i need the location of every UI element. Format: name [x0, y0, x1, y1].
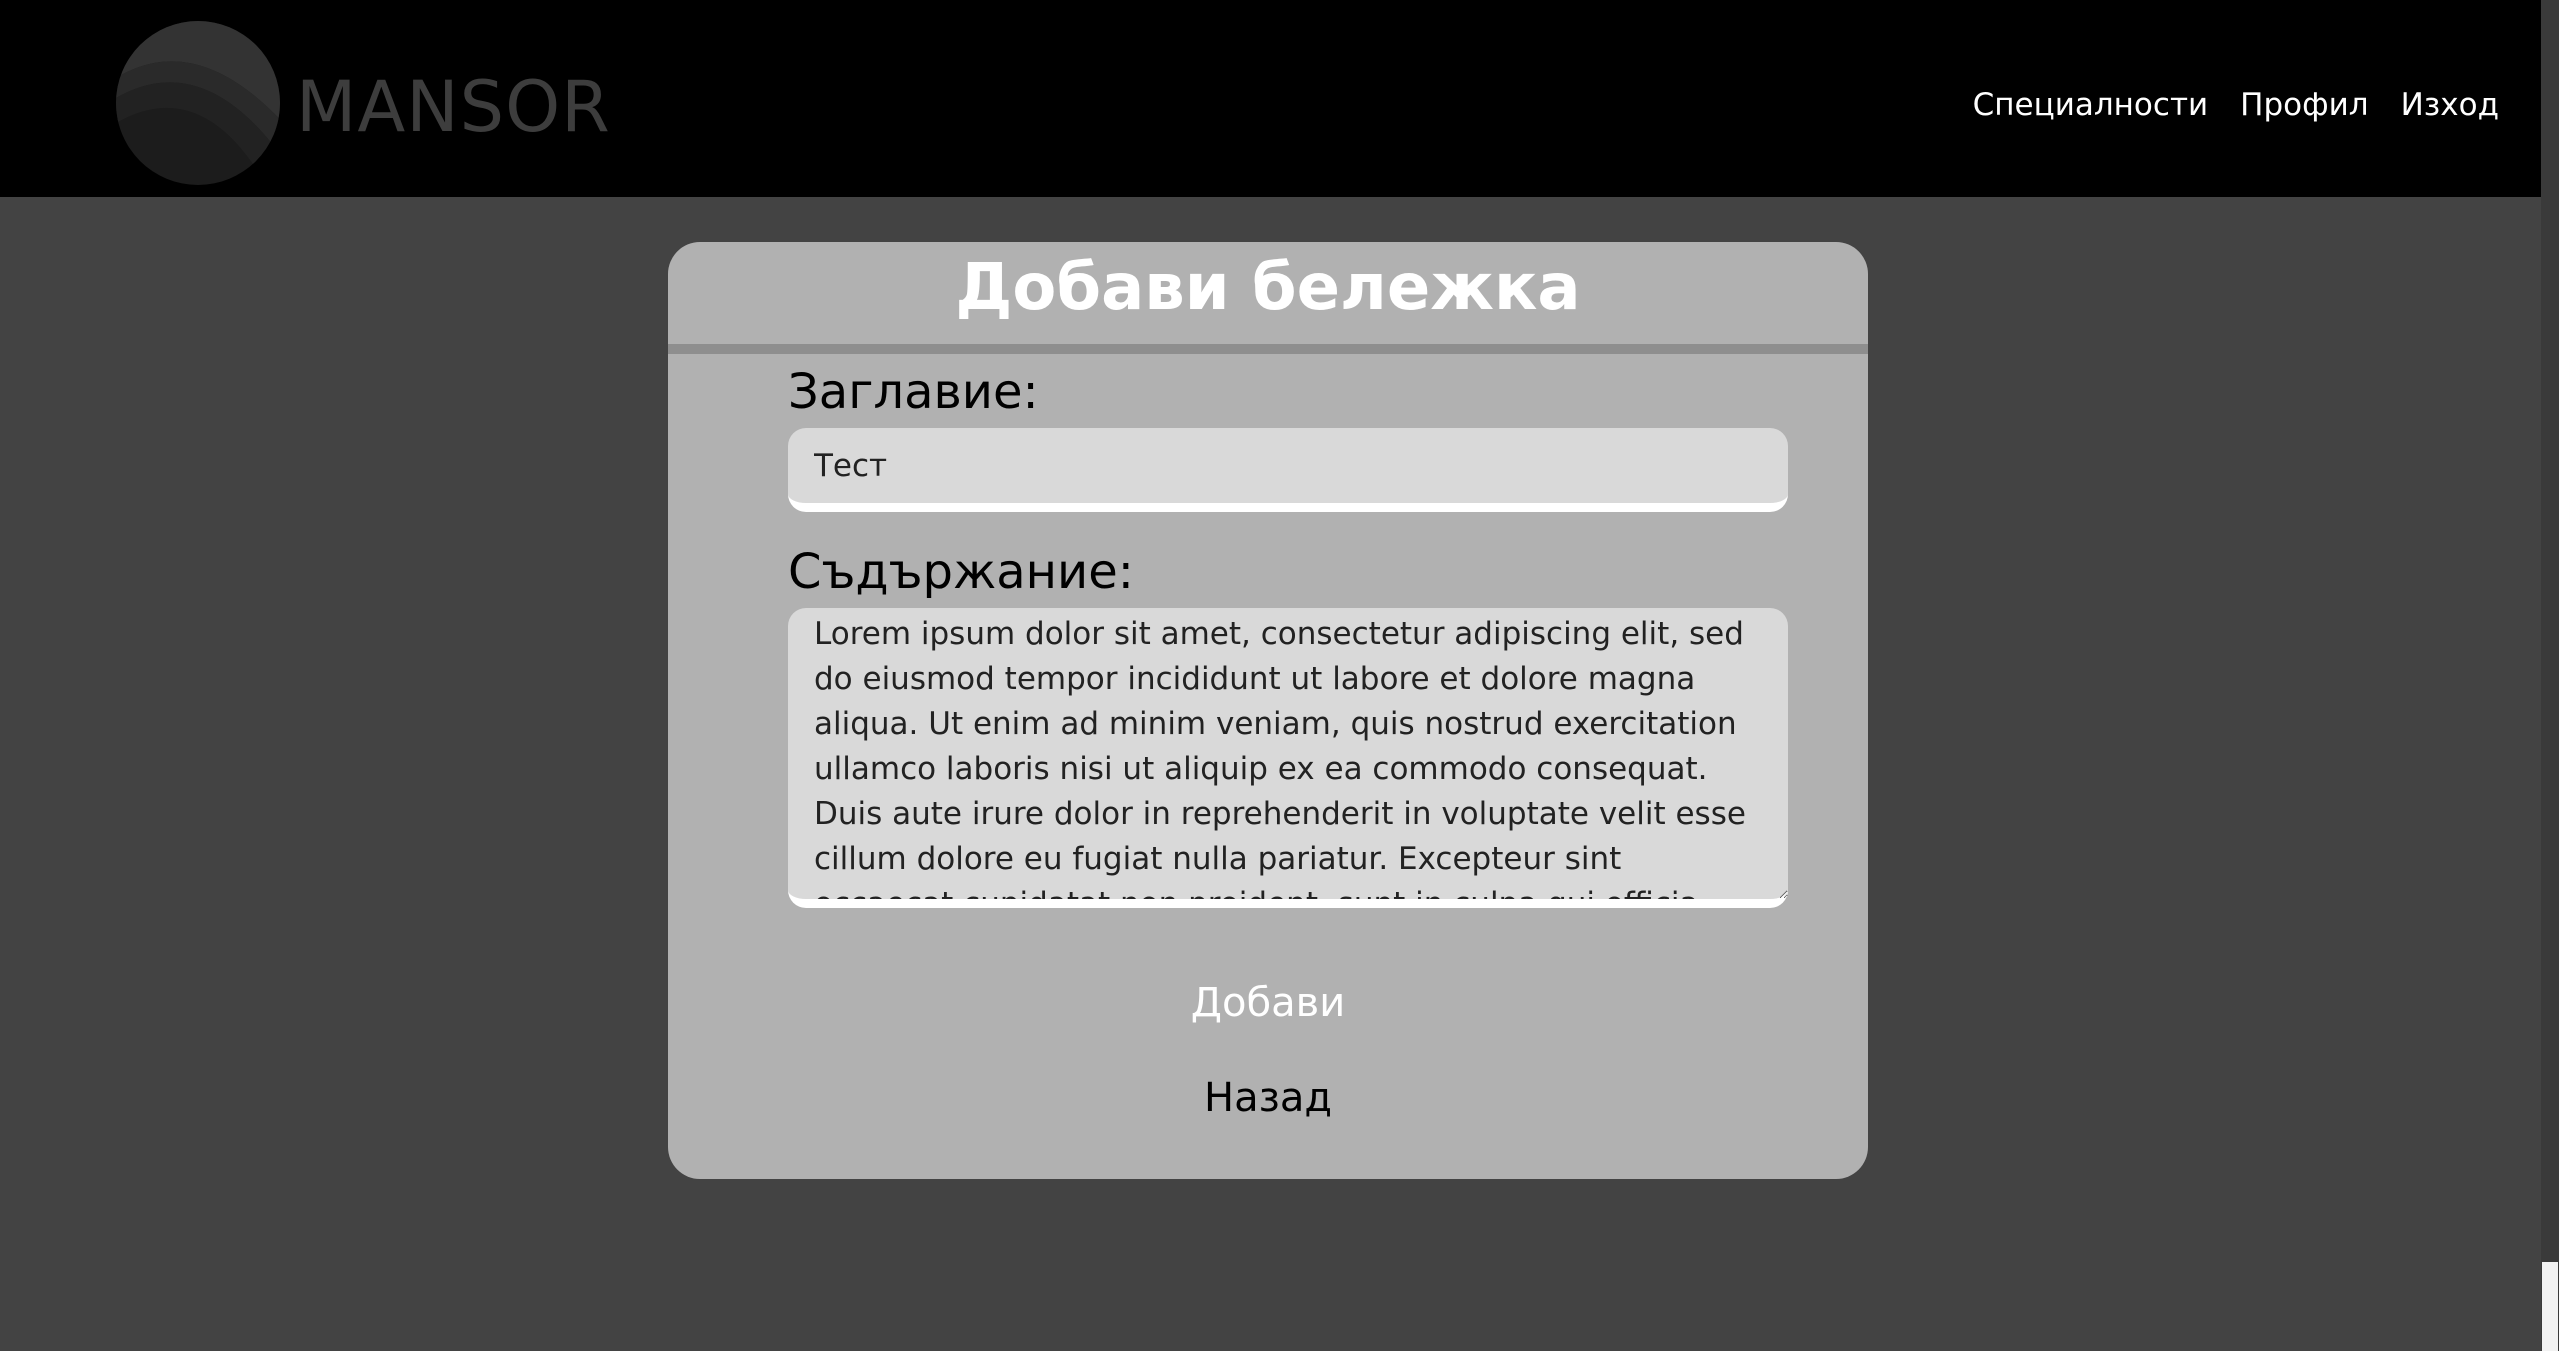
nav-item-profile[interactable]: Профил [2240, 80, 2368, 130]
content-textarea[interactable]: Lorem ipsum dolor sit amet, consectetur … [788, 608, 1788, 908]
brand-name: MANSOR [296, 66, 611, 148]
nav-item-logout[interactable]: Изход [2401, 80, 2499, 130]
scrollbar-thumb[interactable] [2542, 1262, 2558, 1351]
content-label: Съдържание: [788, 544, 1134, 600]
back-button[interactable]: Назад [668, 1067, 1868, 1129]
add-note-form: Заглавие: Съдържание: Lorem ipsum dolor … [668, 242, 1868, 1179]
page-scrollbar[interactable] [2541, 0, 2559, 1351]
title-label: Заглавие: [788, 364, 1039, 420]
header-divider [668, 344, 1868, 354]
nav-item-specialties[interactable]: Специалности [1973, 80, 2209, 130]
main-nav: Специалности Профил Изход [1973, 80, 2499, 130]
add-button[interactable]: Добави [668, 972, 1868, 1034]
top-header: MANSOR Специалности Профил Изход [0, 0, 2541, 197]
mansor-logo-icon [116, 21, 280, 185]
title-input[interactable] [788, 428, 1788, 512]
